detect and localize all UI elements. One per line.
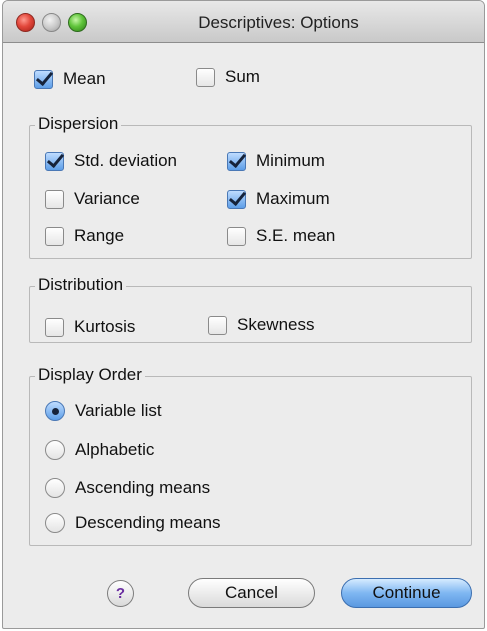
window-title: Descriptives: Options <box>198 13 359 32</box>
mean-label: Mean <box>63 69 106 88</box>
range-checkbox-box[interactable] <box>45 226 64 246</box>
variable-list-radio[interactable]: Variable list <box>45 401 162 421</box>
help-button[interactable]: ? <box>107 580 134 607</box>
mean-checkbox[interactable]: Mean <box>34 69 106 89</box>
kurtosis-checkbox[interactable]: Kurtosis <box>45 317 135 337</box>
skewness-checkbox[interactable]: Skewness <box>208 315 314 335</box>
cancel-button[interactable]: Cancel <box>188 578 315 608</box>
alphabetic-label: Alphabetic <box>75 440 155 459</box>
variance-checkbox-box[interactable] <box>45 189 64 209</box>
display-order-legend: Display Order <box>35 365 145 385</box>
dispersion-legend: Dispersion <box>35 114 122 134</box>
options-dialog: Descriptives: Options Mean Sum Dispersio… <box>2 0 485 629</box>
skewness-label: Skewness <box>237 315 315 334</box>
distribution-legend: Distribution <box>35 275 127 295</box>
alphabetic-radio[interactable]: Alphabetic <box>45 440 154 460</box>
ascending-means-label: Ascending means <box>75 478 211 497</box>
sum-checkbox-box[interactable] <box>196 67 215 87</box>
alphabetic-radio-button[interactable] <box>45 440 65 460</box>
kurtosis-label: Kurtosis <box>74 317 136 336</box>
maximum-label: Maximum <box>256 189 330 208</box>
sum-label: Sum <box>225 67 260 86</box>
se-mean-label: S.E. mean <box>256 226 336 245</box>
std-deviation-checkbox-box[interactable] <box>45 151 64 171</box>
se-mean-checkbox-box[interactable] <box>227 226 246 246</box>
range-label: Range <box>74 226 125 245</box>
range-checkbox[interactable]: Range <box>45 226 124 246</box>
minimum-checkbox[interactable]: Minimum <box>227 151 325 171</box>
std-deviation-label: Std. deviation <box>74 151 178 170</box>
se-mean-checkbox[interactable]: S.E. mean <box>227 226 335 246</box>
variance-checkbox[interactable]: Variance <box>45 189 140 209</box>
maximum-checkbox[interactable]: Maximum <box>227 189 330 209</box>
std-deviation-checkbox[interactable]: Std. deviation <box>45 151 177 171</box>
kurtosis-checkbox-box[interactable] <box>45 317 64 337</box>
ascending-means-radio[interactable]: Ascending means <box>45 478 210 498</box>
variance-label: Variance <box>74 189 140 208</box>
variable-list-radio-button[interactable] <box>45 401 65 421</box>
maximum-checkbox-box[interactable] <box>227 189 246 209</box>
variable-list-label: Variable list <box>75 401 162 420</box>
mean-checkbox-box[interactable] <box>34 69 53 89</box>
descending-means-radio-button[interactable] <box>45 513 65 533</box>
descending-means-radio[interactable]: Descending means <box>45 513 221 533</box>
ascending-means-radio-button[interactable] <box>45 478 65 498</box>
sum-checkbox[interactable]: Sum <box>196 67 260 87</box>
title-bar: Descriptives: Options <box>3 1 484 43</box>
minimum-checkbox-box[interactable] <box>227 151 246 171</box>
continue-button[interactable]: Continue <box>341 578 472 608</box>
descending-means-label: Descending means <box>75 513 221 532</box>
minimum-label: Minimum <box>256 151 325 170</box>
skewness-checkbox-box[interactable] <box>208 315 227 335</box>
